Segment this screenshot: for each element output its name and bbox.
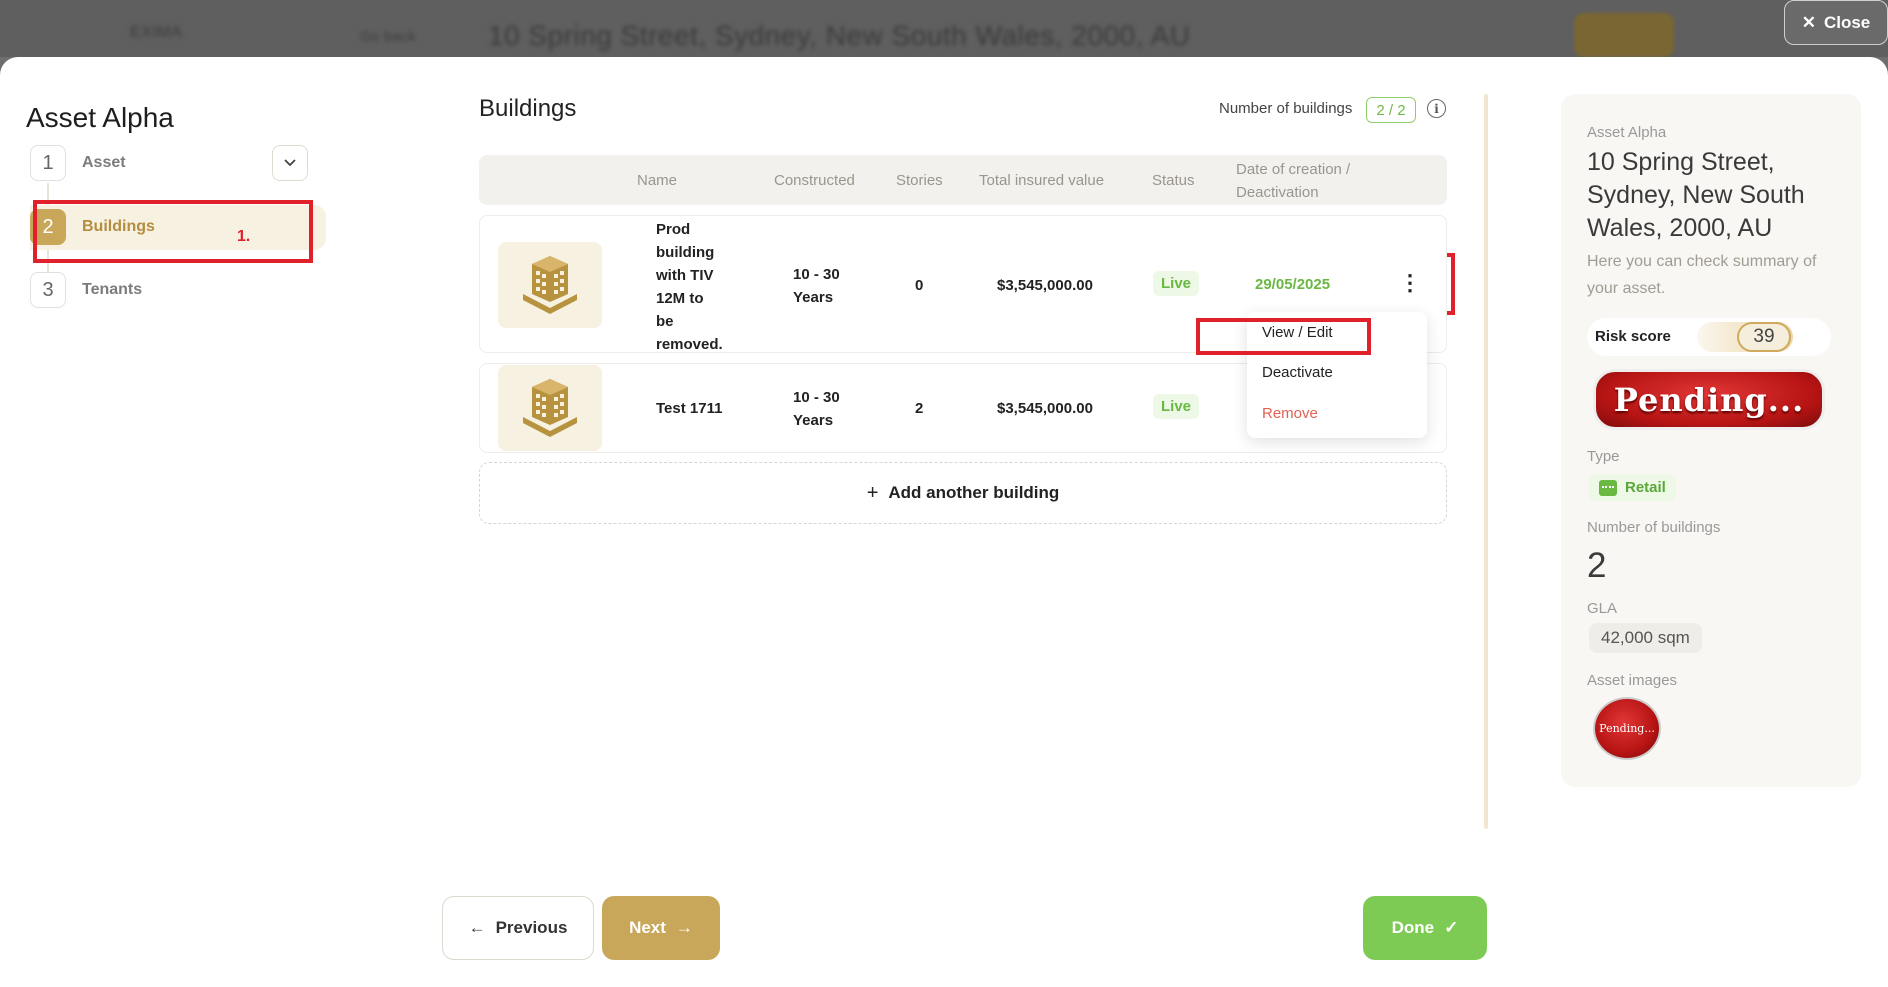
constructed-line: 10 - 30 (793, 389, 840, 406)
next-button[interactable]: Next → (602, 896, 720, 960)
building-icon (523, 256, 577, 314)
blurred-button (1574, 13, 1674, 57)
close-button[interactable]: ✕ Close (1784, 0, 1888, 45)
blurred-page-title: 10 Spring Street, Sydney, New South Wale… (488, 20, 1191, 51)
chevron-down-icon (284, 159, 296, 167)
store-icon (1599, 479, 1617, 496)
name-line: 12M to (656, 290, 704, 307)
row-actions-button[interactable]: ⋮ (1390, 263, 1430, 303)
step-expand-button[interactable] (272, 145, 308, 181)
step-label: Asset (82, 154, 126, 171)
building-count-label: Number of buildings (1219, 100, 1353, 117)
asset-images-label: Asset images (1587, 672, 1678, 689)
scroll-divider (1484, 94, 1488, 829)
annotation-label-1: 1. (237, 228, 251, 245)
done-label: Done (1391, 918, 1435, 937)
buildings-count-value: 2 (1587, 546, 1607, 585)
status-badge: Live (1153, 394, 1200, 419)
info-icon[interactable]: i (1427, 99, 1446, 118)
stories-value: 2 (915, 400, 924, 417)
name-line: with TIV (656, 267, 714, 284)
name-line: removed. (656, 336, 723, 353)
arrow-right-icon: → (675, 918, 693, 937)
asset-summary-panel: Asset Alpha 10 Spring Street, Sydney, Ne… (1561, 94, 1861, 787)
risk-score: Risk score 39 (1587, 318, 1831, 356)
add-building-label: Add another building (888, 483, 1060, 502)
column-constructed: Constructed (774, 172, 855, 189)
constructed-line: Years (793, 412, 834, 429)
building-name: Prod building with TIV 12M to be removed… (656, 218, 723, 356)
type-badge: Retail (1589, 474, 1676, 501)
previous-label: Previous (495, 918, 568, 937)
stories-value: 0 (915, 277, 924, 294)
gla-value: 42,000 sqm (1589, 623, 1702, 653)
name-line: be (656, 313, 674, 330)
add-building-button[interactable]: + Add another building (479, 462, 1447, 524)
column-stories: Stories (896, 172, 943, 189)
name-line: Prod (656, 221, 691, 238)
name-line: building (656, 244, 715, 261)
background-topbar: EXIMA Go back 10 Spring Street, Sydney, … (0, 0, 1888, 57)
step-tenants[interactable]: 3 Tenants (30, 272, 142, 308)
blurred-logo: EXIMA (130, 24, 183, 41)
risk-score-label: Risk score (1595, 328, 1671, 345)
previous-button[interactable]: ← Previous (442, 896, 594, 960)
building-name: Test 1711 (656, 400, 723, 417)
menu-item-remove[interactable]: Remove (1262, 405, 1318, 422)
asset-image-thumbnail[interactable]: Pending... (1593, 697, 1661, 760)
tiv-value: $3,545,000.00 (997, 400, 1093, 417)
step-asset[interactable]: 1 Asset (30, 145, 126, 181)
creation-date: 29/05/2025 (1255, 276, 1331, 293)
arrow-left-icon: ← (468, 918, 486, 937)
step-number: 3 (30, 272, 66, 308)
annotation-box-1 (33, 200, 313, 263)
tiv-value: $3,545,000.00 (997, 277, 1093, 294)
plus-icon: + (866, 481, 879, 504)
building-count-badge: 2 / 2 (1366, 97, 1416, 123)
summary-address: 10 Spring Street, Sydney, New South Wale… (1587, 148, 1805, 242)
summary-asset-name: Asset Alpha (1587, 124, 1667, 141)
buildings-count-label: Number of buildings (1587, 519, 1721, 536)
type-label: Type (1587, 448, 1620, 465)
column-tiv: Total insured value (979, 172, 1105, 189)
menu-item-deactivate[interactable]: Deactivate (1262, 364, 1333, 381)
constructed-line: 10 - 30 (793, 266, 840, 283)
type-value: Retail (1625, 479, 1666, 496)
constructed-value: 10 - 30 Years (793, 386, 840, 432)
risk-score-value: 39 (1737, 322, 1791, 352)
next-label: Next (629, 918, 666, 937)
constructed-value: 10 - 30 Years (793, 263, 840, 309)
section-title: Buildings (479, 95, 577, 122)
building-thumbnail (498, 365, 602, 451)
blurred-back-link: Go back (360, 28, 416, 44)
gla-label: GLA (1587, 600, 1618, 617)
building-icon (523, 379, 577, 437)
step-number: 1 (30, 145, 66, 181)
more-vertical-icon: ⋮ (1399, 270, 1421, 295)
table-header: Name Constructed Stories Total insured v… (479, 155, 1447, 205)
constructed-line: Years (793, 289, 834, 306)
done-button[interactable]: Done ✓ (1363, 896, 1487, 960)
column-status: Status (1152, 172, 1195, 189)
close-label: Close (1823, 12, 1871, 32)
status-badge: Live (1153, 271, 1200, 296)
annotation-box-3 (1196, 318, 1371, 355)
step-label: Tenants (82, 281, 143, 298)
column-date: Date of creation / Deactivation (1236, 161, 1351, 201)
summary-description: Here you can check summary of your asset… (1587, 253, 1817, 297)
column-name: Name (637, 172, 678, 189)
asset-title: Asset Alpha (26, 102, 174, 133)
check-icon: ✓ (1444, 918, 1459, 937)
building-thumbnail (498, 242, 602, 328)
close-icon: ✕ (1801, 12, 1816, 32)
pending-image: Pending... (1593, 369, 1825, 430)
